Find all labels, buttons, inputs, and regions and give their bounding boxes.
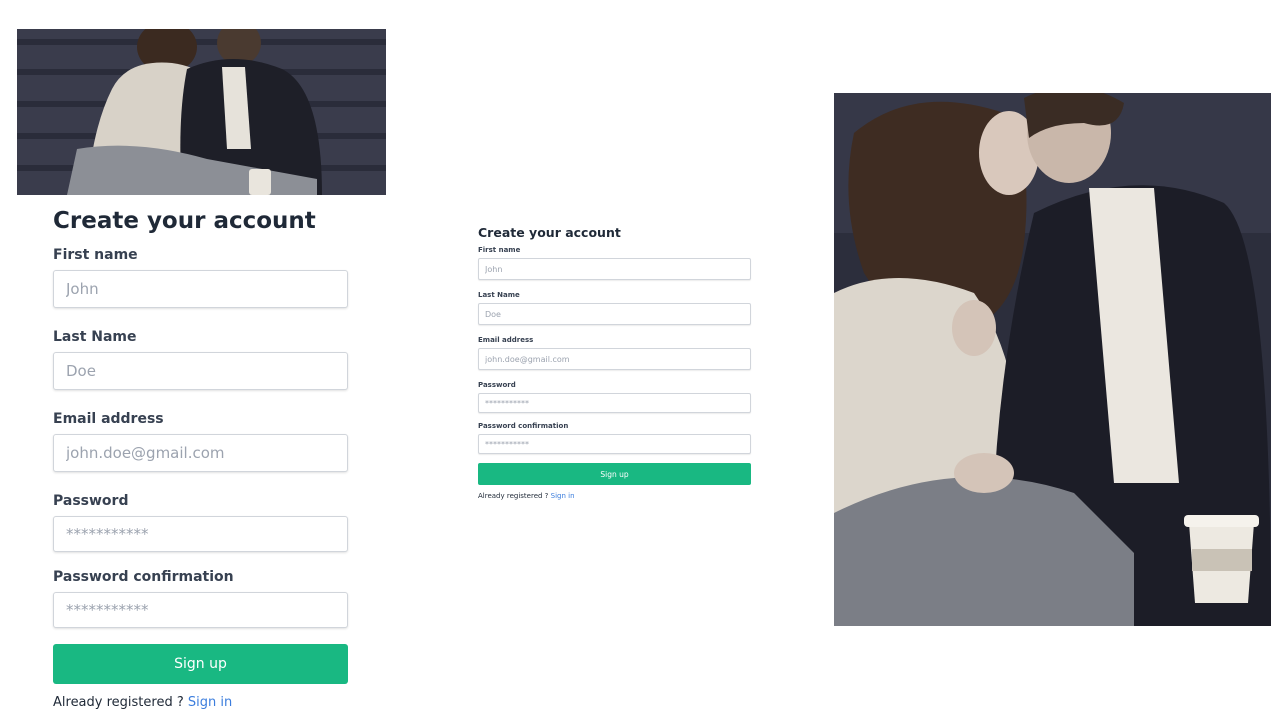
email-group-small: Email address bbox=[478, 336, 751, 370]
page-title-small: Create your account bbox=[478, 225, 621, 240]
first-name-label-small: First name bbox=[478, 246, 521, 254]
password-confirm-input-small[interactable] bbox=[478, 434, 751, 454]
sign-up-button[interactable]: Sign up bbox=[53, 644, 348, 684]
last-name-group-small: Last Name bbox=[478, 291, 751, 325]
sign-in-link-small[interactable]: Sign in bbox=[551, 492, 575, 500]
first-name-input[interactable] bbox=[53, 270, 348, 308]
already-registered-label-small: Already registered ? bbox=[478, 492, 551, 500]
sign-in-link[interactable]: Sign in bbox=[188, 695, 232, 710]
password-confirm-group-small: Password confirmation bbox=[478, 422, 751, 454]
hero-photo-top bbox=[17, 29, 386, 195]
password-input-small[interactable] bbox=[478, 393, 751, 413]
last-name-label: Last Name bbox=[53, 329, 137, 345]
first-name-group: First name bbox=[53, 246, 348, 308]
couple-photo-image-large bbox=[834, 93, 1271, 626]
email-input[interactable] bbox=[53, 434, 348, 472]
email-group: Email address bbox=[53, 410, 348, 472]
email-label-small: Email address bbox=[478, 336, 534, 344]
password-input[interactable] bbox=[53, 516, 348, 552]
email-label: Email address bbox=[53, 411, 164, 427]
sign-up-button-small[interactable]: Sign up bbox=[478, 463, 751, 485]
last-name-input[interactable] bbox=[53, 352, 348, 390]
password-group-small: Password bbox=[478, 381, 751, 413]
first-name-label: First name bbox=[53, 247, 138, 263]
first-name-input-small[interactable] bbox=[478, 258, 751, 280]
email-input-small[interactable] bbox=[478, 348, 751, 370]
hero-photo-right bbox=[834, 93, 1271, 626]
already-registered-text: Already registered ? Sign in bbox=[53, 694, 348, 712]
password-group: Password bbox=[53, 492, 348, 552]
page-title: Create your account bbox=[53, 208, 316, 234]
last-name-group: Last Name bbox=[53, 328, 348, 390]
signup-form-large: Create your account First name Last Name… bbox=[53, 206, 348, 712]
last-name-label-small: Last Name bbox=[478, 291, 520, 299]
password-confirm-label-small: Password confirmation bbox=[478, 422, 569, 430]
first-name-group-small: First name bbox=[478, 246, 751, 280]
already-registered-label: Already registered ? bbox=[53, 695, 188, 710]
password-label: Password bbox=[53, 493, 129, 509]
signup-form-small: Create your account First name Last Name… bbox=[478, 224, 751, 501]
already-registered-text-small: Already registered ? Sign in bbox=[478, 491, 751, 501]
password-confirm-group: Password confirmation bbox=[53, 568, 348, 628]
password-confirm-input[interactable] bbox=[53, 592, 348, 628]
password-label-small: Password bbox=[478, 381, 516, 389]
password-confirm-label: Password confirmation bbox=[53, 569, 234, 585]
last-name-input-small[interactable] bbox=[478, 303, 751, 325]
couple-photo-image bbox=[17, 29, 386, 195]
